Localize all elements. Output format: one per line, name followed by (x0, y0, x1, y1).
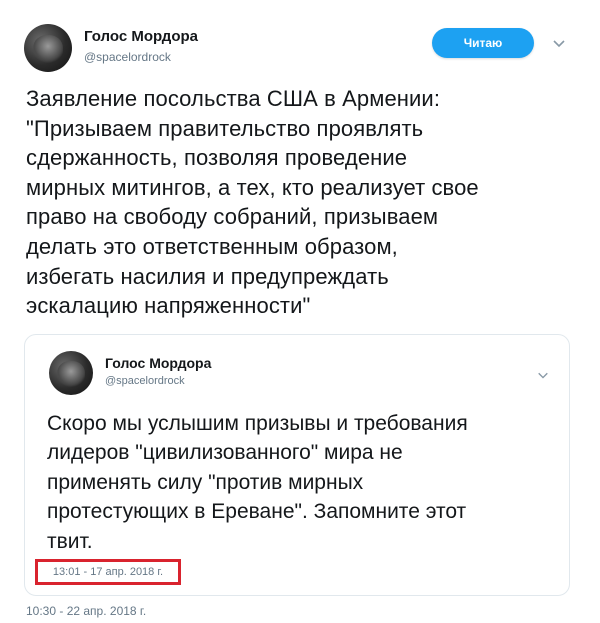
author-name[interactable]: Голос Мордора (84, 28, 198, 45)
author-avatar[interactable] (24, 24, 72, 72)
author-handle[interactable]: @spacelordrock (84, 50, 171, 64)
quoted-tweet-text: Скоро мы услышим призывы и требования ли… (47, 412, 468, 553)
quoted-author-name[interactable]: Голос Мордора (105, 355, 211, 371)
quoted-tweet-card[interactable]: Голос Мордора @spacelordrock Скоро мы ус… (24, 334, 570, 596)
chevron-down-icon[interactable] (552, 36, 566, 50)
highlight-box: 13:01 - 17 апр. 2018 г. (35, 559, 181, 585)
tweet-text: Заявление посольства США в Армении: "При… (26, 86, 479, 319)
follow-button[interactable]: Читаю (432, 28, 534, 58)
tweet-timestamp[interactable]: 10:30 - 22 апр. 2018 г. (26, 604, 146, 618)
chevron-down-icon[interactable] (537, 369, 549, 381)
quoted-author-handle[interactable]: @spacelordrock (105, 375, 185, 387)
quoted-author-avatar[interactable] (49, 351, 93, 395)
quoted-tweet-timestamp[interactable]: 13:01 - 17 апр. 2018 г. (53, 566, 163, 578)
